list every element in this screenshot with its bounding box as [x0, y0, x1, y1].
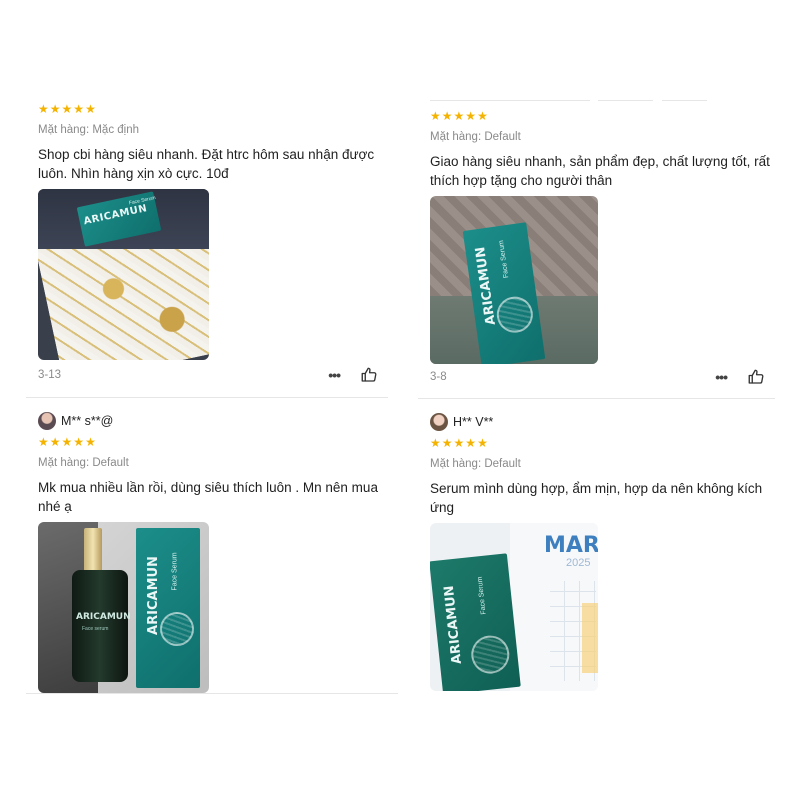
review-card: M** s**@ ★ ★ ★ ★ ★ Mặt hàng: Default Mk … — [38, 411, 388, 693]
reviewer-name: M** s**@ — [61, 414, 114, 428]
reviewer-name: H** V** — [453, 415, 494, 429]
review-divider — [418, 398, 775, 399]
product-brand: ARICAMUN — [145, 556, 161, 635]
calendar-month: MAR — [544, 533, 598, 558]
top-divider — [598, 100, 653, 101]
review-date: 3-8 — [430, 371, 447, 383]
calendar-highlight — [582, 603, 598, 673]
review-photo[interactable]: ARICAMUN Face Serum — [38, 189, 209, 360]
product-box: ARICAMUN Face Serum — [136, 528, 200, 688]
review-card: ★ ★ ★ ★ ★ Mặt hàng: Default Giao hàng si… — [430, 109, 775, 364]
bottle-label: Face serum — [82, 626, 109, 632]
star-icon: ★ — [465, 436, 477, 450]
star-rating: ★ ★ ★ ★ ★ — [430, 109, 775, 123]
more-dots-icon[interactable]: ••• — [328, 367, 341, 383]
photo-calendar: MAR 2025 — [510, 523, 598, 691]
star-icon: ★ — [430, 436, 441, 450]
review-photo[interactable]: ARICAMUN Face serum ARICAMUN Face Serum — [38, 522, 209, 693]
variant-label: Mặt hàng: Default — [38, 457, 129, 469]
product-label: Face Serum — [171, 552, 179, 591]
product-brand: ARICAMUN — [473, 245, 499, 327]
product-brand: ARICAMUN — [82, 203, 149, 228]
review-meta: 3-13 ••• — [38, 366, 378, 384]
variant-label: Mặt hàng: Default — [430, 131, 521, 143]
review-text: Giao hàng siêu nhanh, sản phẩm đẹp, chất… — [430, 154, 770, 188]
review-card: ★ ★ ★ ★ ★ Mặt hàng: Mặc định Shop cbi hà… — [38, 102, 388, 360]
product-bottle-body: ARICAMUN Face serum — [72, 570, 131, 682]
star-icon: ★ — [49, 435, 61, 449]
product-globe — [469, 633, 512, 676]
star-icon: ★ — [453, 436, 465, 450]
review-photo[interactable]: ARICAMUN Face Serum — [430, 196, 598, 364]
star-icon: ★ — [49, 102, 61, 116]
star-icon: ★ — [477, 109, 488, 123]
star-icon: ★ — [38, 102, 49, 116]
star-icon: ★ — [85, 435, 96, 449]
calendar-year: 2025 — [566, 557, 591, 569]
star-icon: ★ — [477, 436, 488, 450]
reviewer: M** s**@ — [38, 411, 388, 431]
review-date: 3-13 — [38, 369, 62, 381]
product-globe — [494, 294, 536, 336]
review-text: Serum mình dùng hợp, ẩm mịn, hợp da nên … — [430, 481, 763, 515]
product-box: ARICAMUN Face Serum — [430, 553, 521, 691]
star-icon: ★ — [441, 109, 453, 123]
product-label: Face Serum — [497, 239, 511, 279]
star-icon: ★ — [73, 435, 85, 449]
review-photo[interactable]: MAR 2025 ARICAMUN Face Serum — [430, 523, 598, 691]
review-divider — [26, 397, 388, 398]
reviewer: H** V** — [430, 412, 775, 432]
star-icon: ★ — [453, 109, 465, 123]
review-text: Shop cbi hàng siêu nhanh. Đặt htrc hôm s… — [38, 147, 375, 181]
avatar[interactable] — [38, 412, 56, 430]
thumbs-up-icon[interactable] — [747, 368, 765, 386]
star-icon: ★ — [430, 109, 441, 123]
star-icon: ★ — [61, 102, 73, 116]
star-icon: ★ — [465, 109, 477, 123]
product-bottle — [84, 528, 102, 572]
thumbs-up-icon[interactable] — [360, 366, 378, 384]
variant-label: Mặt hàng: Default — [430, 458, 521, 470]
review-meta: 3-8 ••• — [430, 368, 765, 386]
star-icon: ★ — [441, 436, 453, 450]
star-icon: ★ — [38, 435, 49, 449]
star-rating: ★ ★ ★ ★ ★ — [430, 436, 775, 450]
product-label: Face Serum — [476, 576, 488, 615]
review-divider — [26, 693, 398, 694]
top-divider — [430, 100, 590, 101]
review-card: H** V** ★ ★ ★ ★ ★ Mặt hàng: Default Seru… — [430, 412, 775, 691]
bottle-brand: ARICAMUN — [76, 612, 131, 622]
star-rating: ★ ★ ★ ★ ★ — [38, 435, 388, 449]
top-divider — [662, 100, 707, 101]
star-icon: ★ — [73, 102, 85, 116]
review-text: Mk mua nhiều lần rồi, dùng siêu thích lu… — [38, 480, 378, 514]
variant-label: Mặt hàng: Mặc định — [38, 124, 140, 136]
avatar[interactable] — [430, 413, 448, 431]
star-rating: ★ ★ ★ ★ ★ — [38, 102, 388, 116]
more-dots-icon[interactable]: ••• — [715, 369, 728, 385]
product-brand: ARICAMUN — [441, 584, 465, 665]
star-icon: ★ — [61, 435, 73, 449]
star-icon: ★ — [85, 102, 96, 116]
product-globe — [160, 612, 194, 646]
